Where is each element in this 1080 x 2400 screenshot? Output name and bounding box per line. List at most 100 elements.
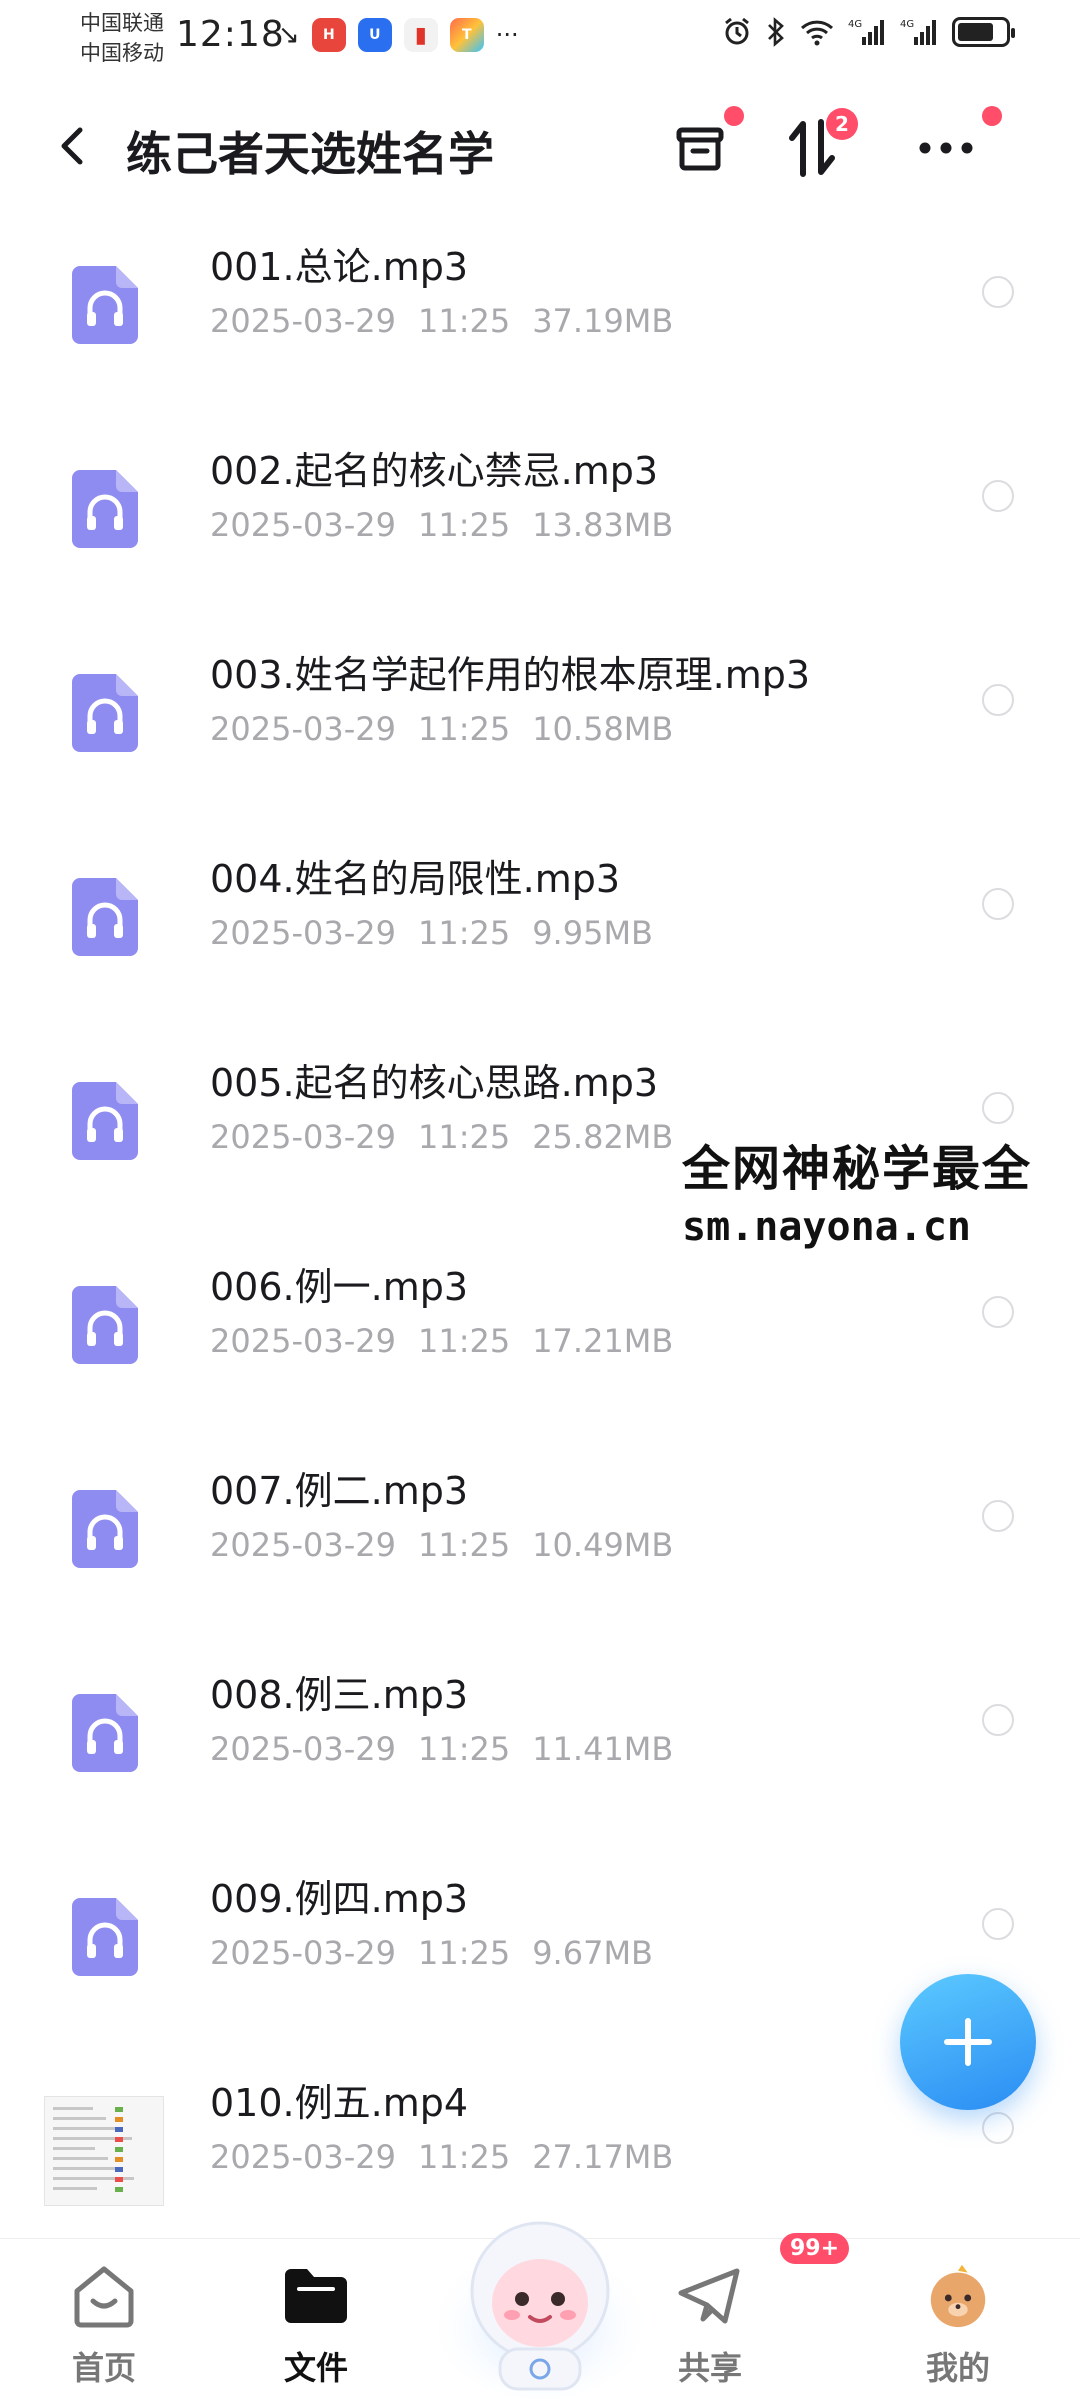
file-meta: 2025-03-29 11:25 10.49MB	[210, 1526, 673, 1564]
nav-share-label: 共享	[677, 2349, 742, 2387]
file-name: 004.姓名的局限性.mp3	[210, 857, 621, 901]
file-size: 10.58MB	[532, 710, 674, 748]
svg-text:4G: 4G	[900, 19, 914, 30]
page-title: 练己者天选姓名学	[126, 127, 494, 181]
file-row[interactable]: 002.起名的核心禁忌.mp3 2025-03-29 11:25 13.83MB	[0, 404, 1080, 608]
select-checkbox[interactable]	[982, 1500, 1014, 1532]
more-options-button[interactable]	[906, 106, 1002, 188]
back-button[interactable]	[52, 118, 92, 174]
file-row[interactable]: 008.例三.mp3 2025-03-29 11:25 11.41MB	[0, 1628, 1080, 1832]
select-checkbox[interactable]	[982, 888, 1014, 920]
select-checkbox[interactable]	[982, 1296, 1014, 1328]
header-bar: 练己者天选姓名学 2	[0, 90, 1080, 200]
more-horizontal-icon	[919, 142, 973, 154]
file-meta: 2025-03-29 11:25 13.83MB	[210, 506, 673, 544]
select-checkbox[interactable]	[982, 1092, 1014, 1124]
audio-file-icon	[72, 878, 138, 956]
file-time: 11:25	[417, 1118, 511, 1156]
select-checkbox[interactable]	[982, 2112, 1014, 2144]
nav-home[interactable]: 首页	[34, 2261, 174, 2391]
more-notification-dot	[982, 106, 1002, 126]
file-size: 17.21MB	[532, 1322, 674, 1360]
book-app-icon: ▮	[403, 18, 438, 52]
watermark-line-1: 全网神秘学最全	[682, 1141, 1033, 1197]
file-row[interactable]: 004.姓名的局限性.mp3 2025-03-29 11:25 9.95MB	[0, 812, 1080, 1016]
signal-4g-icon: 4G	[900, 19, 936, 45]
chevron-left-icon	[61, 127, 83, 165]
folder-icon	[281, 2261, 351, 2331]
file-size: 25.82MB	[532, 1118, 674, 1156]
file-size: 10.49MB	[532, 1526, 674, 1564]
nav-files[interactable]: 文件	[246, 2261, 386, 2391]
select-checkbox[interactable]	[982, 276, 1014, 308]
carrier-names: 中国联通 中国移动	[80, 8, 164, 68]
file-size: 27.17MB	[532, 2138, 674, 2176]
nav-me-label: 我的	[925, 2349, 990, 2387]
huawei-app-icon: H	[311, 18, 346, 52]
file-row[interactable]: 003.姓名学起作用的根本原理.mp3 2025-03-29 11:25 10.58M…	[0, 608, 1080, 812]
file-time: 11:25	[417, 506, 511, 544]
wifi-icon	[800, 20, 834, 46]
file-time: 11:25	[417, 1934, 511, 1972]
audio-file-icon	[72, 1490, 138, 1568]
file-meta: 2025-03-29 11:25 37.19MB	[210, 302, 673, 340]
add-button[interactable]	[900, 1974, 1036, 2110]
audio-file-icon	[72, 1898, 138, 1976]
svg-text:4G: 4G	[848, 19, 862, 30]
file-date: 2025-03-29	[210, 302, 396, 340]
audio-file-icon	[72, 1694, 138, 1772]
file-name: 008.例三.mp3	[210, 1673, 469, 1717]
file-name: 002.起名的核心禁忌.mp3	[210, 449, 659, 493]
file-row[interactable]: 007.例二.mp3 2025-03-29 11:25 10.49MB	[0, 1424, 1080, 1628]
video-thumbnail	[44, 2096, 164, 2206]
audio-file-icon	[72, 1286, 138, 1364]
select-checkbox[interactable]	[982, 1704, 1014, 1736]
archive-button[interactable]	[660, 106, 744, 188]
avatar	[923, 2261, 993, 2331]
file-name: 009.例四.mp3	[210, 1877, 469, 1921]
select-checkbox[interactable]	[982, 684, 1014, 716]
file-meta: 2025-03-29 11:25 10.58MB	[210, 710, 673, 748]
share-count-badge: 99+	[780, 2233, 850, 2264]
bluetooth-icon	[768, 17, 784, 47]
file-size: 11.41MB	[532, 1730, 674, 1768]
select-checkbox[interactable]	[982, 480, 1014, 512]
status-bar: 中国联通 中国移动 12:18 ↘ H U ▮ T ··· 4G 4G	[0, 0, 1080, 78]
audio-file-icon	[72, 470, 138, 548]
notification-icons: ↘ H U ▮ T ···	[278, 18, 519, 52]
file-row[interactable]: 001.总论.mp3 2025-03-29 11:25 37.19MB	[0, 200, 1080, 404]
file-date: 2025-03-29	[210, 1118, 396, 1156]
colorful-app-icon: T	[449, 18, 484, 52]
file-size: 9.95MB	[532, 914, 653, 952]
file-date: 2025-03-29	[210, 2138, 396, 2176]
audio-file-icon	[72, 674, 138, 752]
file-date: 2025-03-29	[210, 1526, 396, 1564]
file-name: 003.姓名学起作用的根本原理.mp3	[210, 653, 811, 697]
file-date: 2025-03-29	[210, 1934, 396, 1972]
file-name: 006.例一.mp3	[210, 1265, 469, 1309]
file-date: 2025-03-29	[210, 1322, 396, 1360]
archive-icon	[676, 127, 724, 171]
file-meta: 2025-03-29 11:25 17.21MB	[210, 1322, 673, 1360]
file-size: 13.83MB	[532, 506, 674, 544]
nav-me[interactable]: 我的	[888, 2261, 1028, 2391]
audio-file-icon	[72, 1082, 138, 1160]
file-name: 010.例五.mp4	[210, 2081, 469, 2125]
alarm-icon	[725, 17, 749, 45]
file-date: 2025-03-29	[210, 710, 396, 748]
file-date: 2025-03-29	[210, 506, 396, 544]
file-meta: 2025-03-29 11:25 27.17MB	[210, 2138, 673, 2176]
astronaut-mascot-icon	[435, 2221, 645, 2399]
nav-share[interactable]: 共享	[640, 2261, 780, 2391]
transfer-button[interactable]: 2	[772, 108, 858, 188]
audio-file-icon	[72, 266, 138, 344]
battery-level	[958, 23, 993, 41]
select-checkbox[interactable]	[982, 1908, 1014, 1940]
carrier-2: 中国移动	[80, 41, 164, 65]
mascot-button[interactable]	[430, 2199, 650, 2399]
file-name: 007.例二.mp3	[210, 1469, 469, 1513]
status-time: 12:18	[176, 14, 285, 55]
nav-files-label: 文件	[283, 2349, 348, 2387]
archive-notification-dot	[724, 106, 744, 126]
file-time: 11:25	[417, 1526, 511, 1564]
